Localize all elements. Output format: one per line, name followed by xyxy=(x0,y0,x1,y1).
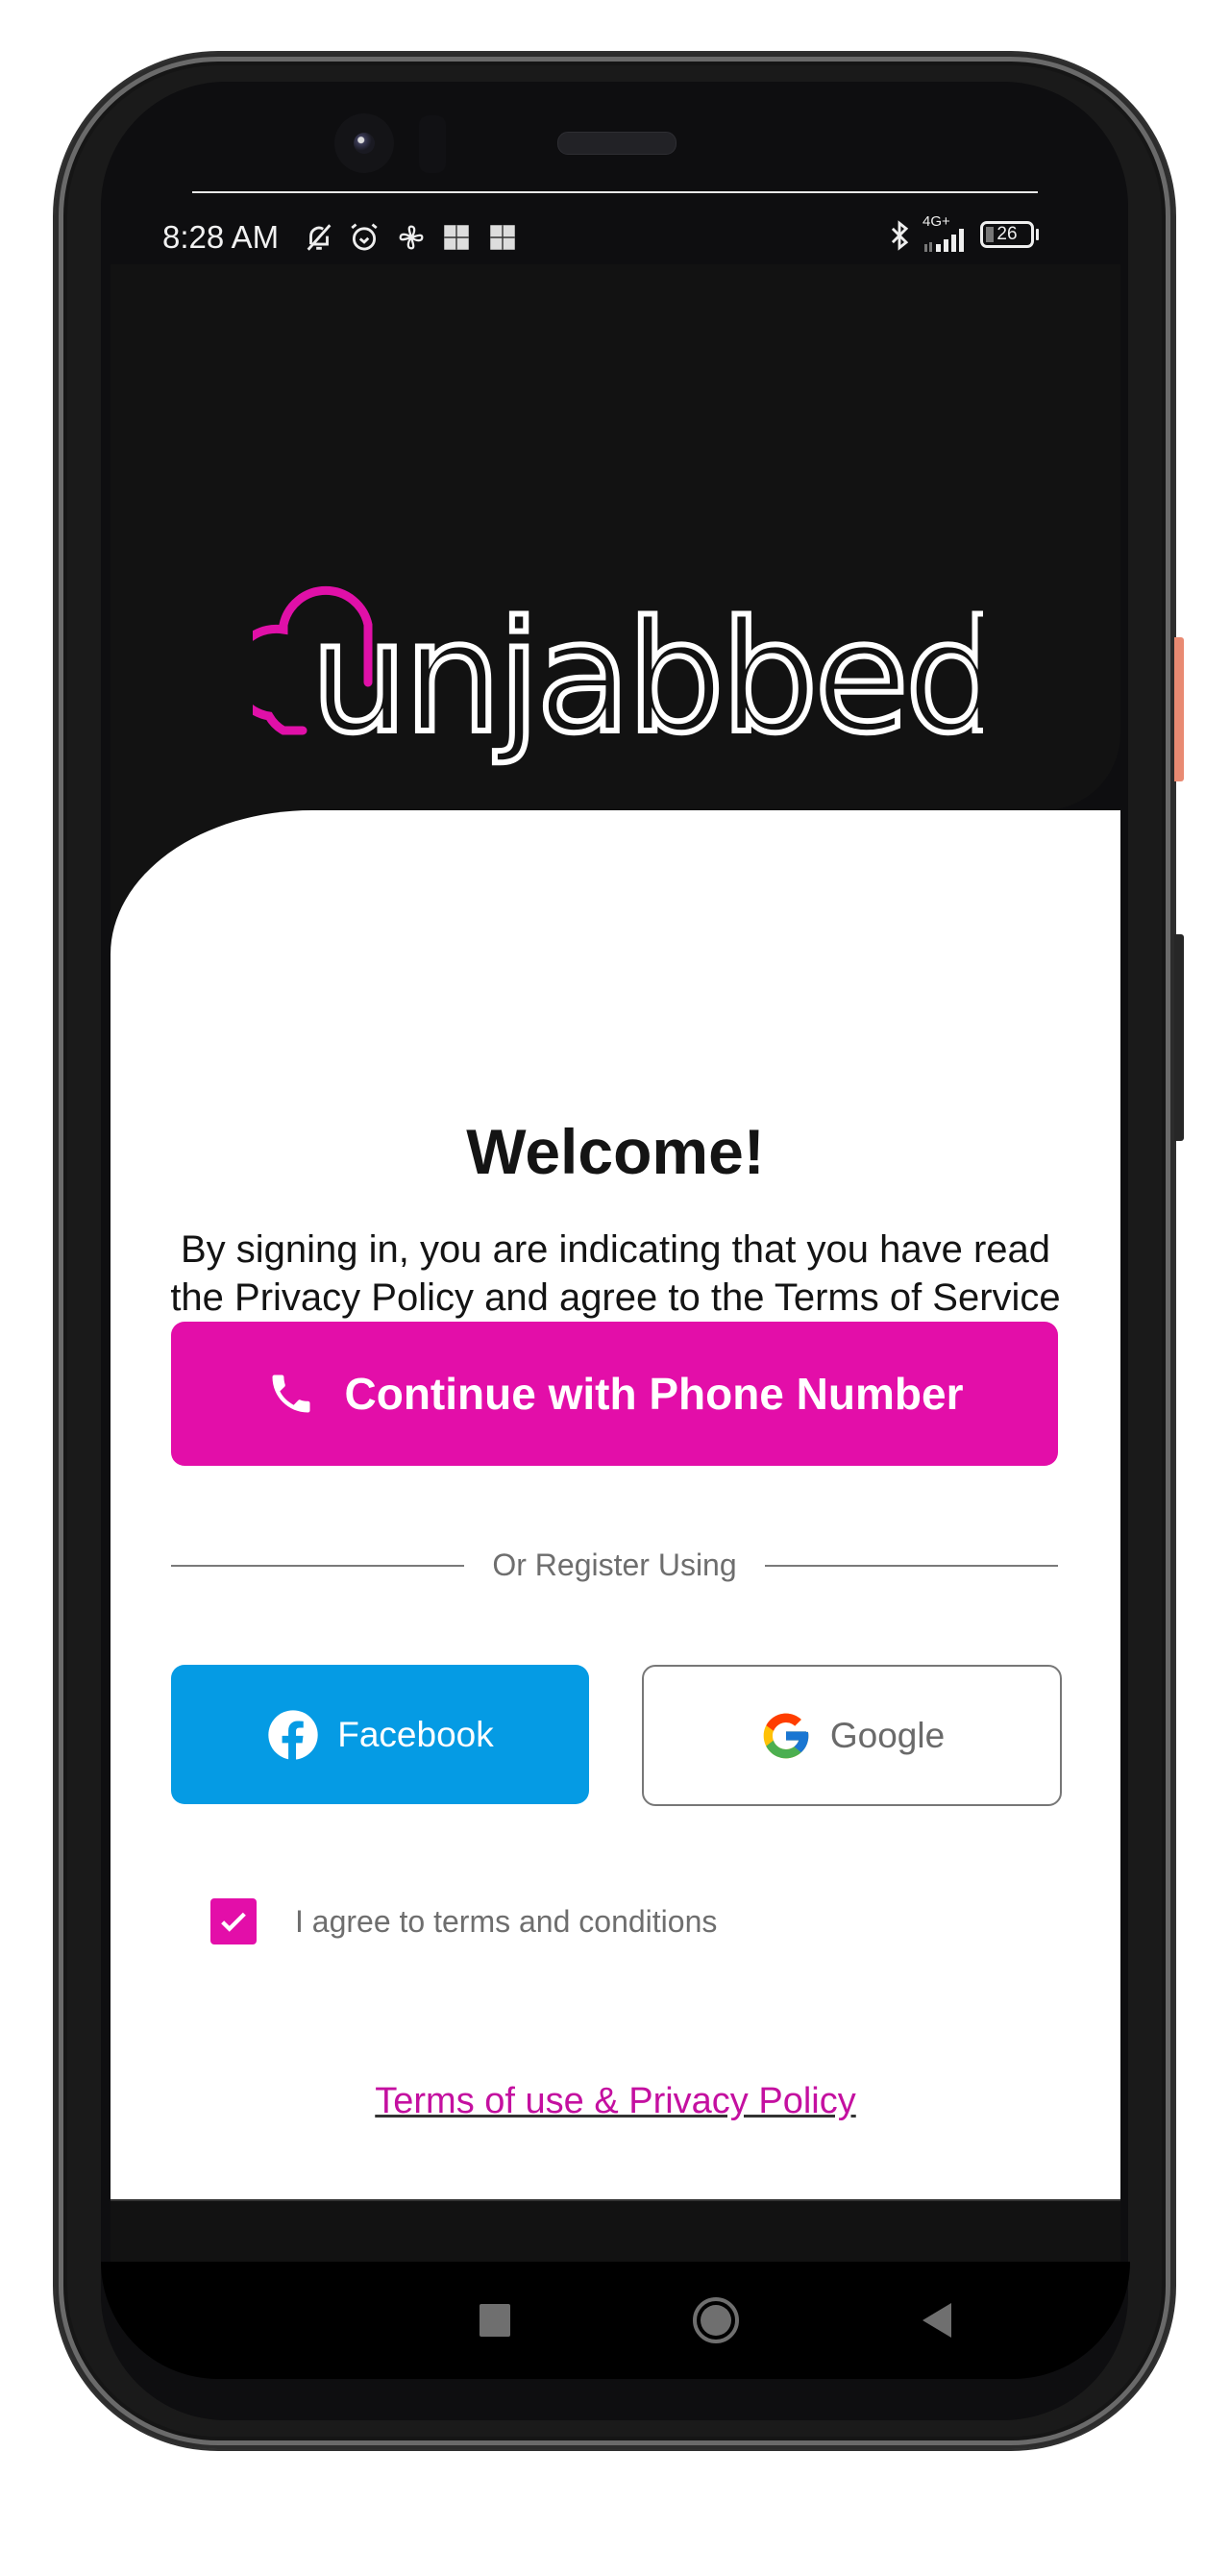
earpiece-speaker xyxy=(557,132,676,155)
battery-icon: 26 xyxy=(980,221,1034,248)
app-header: unjabbed xyxy=(111,264,1120,810)
welcome-title: Welcome! xyxy=(466,1116,765,1187)
battery-level: 26 xyxy=(996,224,1018,244)
google-label: Google xyxy=(829,1715,946,1755)
facebook-label: Facebook xyxy=(337,1714,494,1754)
notifications-off-icon xyxy=(307,224,332,251)
intro-text: By signing in, you are indicating that y… xyxy=(170,1228,1061,1319)
back-button[interactable] xyxy=(913,2296,961,2344)
screen: 8:28 AM 4G+ 26 unjabbed Welcome! By sign… xyxy=(101,154,1130,2379)
recents-button[interactable] xyxy=(471,2296,519,2344)
facebook-button[interactable]: Facebook xyxy=(171,1665,589,1804)
logo-text: unjabbed xyxy=(310,587,983,767)
app-notification-icon xyxy=(490,225,515,250)
battery-tip xyxy=(1036,229,1039,240)
welcome-card xyxy=(111,810,1120,2199)
continue-with-phone-label: Continue with Phone Number xyxy=(344,1369,964,1419)
recents-icon xyxy=(480,2304,510,2337)
back-icon xyxy=(922,2303,951,2338)
agree-terms-row: I agree to terms and conditions xyxy=(210,1897,717,1945)
continue-with-phone-button[interactable]: Continue with Phone Number xyxy=(171,1322,1058,1466)
status-bar: 8:28 AM 4G+ 26 xyxy=(111,211,1120,264)
terms-privacy-link[interactable]: Terms of use & Privacy Policy xyxy=(375,2081,855,2121)
google-icon xyxy=(763,1713,809,1758)
power-button xyxy=(1174,637,1184,781)
facebook-icon xyxy=(268,1709,318,1762)
phone-icon xyxy=(272,1375,309,1413)
signal-icon xyxy=(924,229,964,252)
unjabbed-logo: unjabbed xyxy=(253,584,983,770)
home-icon xyxy=(693,2297,739,2343)
google-button[interactable]: Google xyxy=(642,1665,1062,1806)
volume-button xyxy=(1174,934,1184,1141)
bluetooth-icon xyxy=(891,220,909,251)
home-button[interactable] xyxy=(692,2296,740,2344)
agree-terms-label: I agree to terms and conditions xyxy=(295,1903,718,1939)
agree-terms-checkbox[interactable] xyxy=(210,1898,257,1944)
status-time: 8:28 AM xyxy=(162,219,280,255)
terms-link-container: Terms of use & Privacy Policy xyxy=(111,2081,1120,2122)
checkmark-icon xyxy=(221,1912,246,1932)
navigation-bar xyxy=(101,2262,1130,2379)
alarm-icon xyxy=(351,223,378,251)
bottom-strip xyxy=(111,2199,1120,2264)
or-register-divider: Or Register Using xyxy=(171,1538,1058,1596)
app-notification-icon xyxy=(444,225,469,250)
divider-line-right xyxy=(765,1565,1058,1567)
fan-icon xyxy=(399,225,424,250)
